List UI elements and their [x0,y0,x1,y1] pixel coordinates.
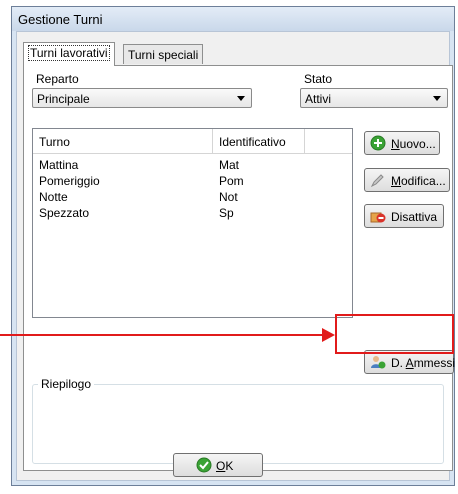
chevron-down-icon [237,96,245,101]
tab-panel: Reparto Principale Stato Attivi Turno Id… [23,65,456,471]
annotation-arrow-line [0,334,322,336]
window-client-area: Turni lavorativi Turni speciali Reparto … [16,31,456,481]
turni-list[interactable]: Turno Identificativo Mattina Mat Pomerig… [32,128,353,318]
riepilogo-label: Riepilogo [38,377,95,391]
disattiva-label: Disattiva [391,210,438,224]
chevron-down-icon [433,96,441,101]
disattiva-button[interactable]: Disattiva [364,204,444,228]
window-title: Gestione Turni [18,12,103,27]
reparto-value: Principale [37,92,90,106]
turno-cell: Notte [39,190,68,204]
identificativo-cell: Sp [219,206,234,220]
ok-label: OK [216,459,234,473]
table-row[interactable]: Pomeriggio Pom [33,174,352,189]
identificativo-cell: Not [219,190,238,204]
turno-cell: Mattina [39,158,79,172]
reparto-label: Reparto [36,72,79,86]
nuovo-label: Nuovo... [391,137,436,151]
tab-label: Turni speciali [128,48,199,62]
turno-cell: Spezzato [39,206,90,220]
add-icon [370,135,386,151]
table-row[interactable]: Mattina Mat [33,158,352,173]
annotation-arrow-icon [322,328,335,342]
stato-value: Attivi [305,92,332,106]
table-row[interactable]: Notte Not [33,190,352,205]
edit-icon [370,174,384,188]
annotation-highlight-box [335,314,454,354]
stato-label: Stato [304,72,333,86]
tab-turni-speciali[interactable]: Turni speciali [123,44,204,64]
check-icon [196,457,212,473]
ammessi-label: D. Ammessi [391,356,456,370]
tab-label: Turni lavorativi [28,45,110,61]
table-row[interactable]: Spezzato Sp [33,206,352,221]
tab-turni-lavorativi[interactable]: Turni lavorativi [23,42,115,66]
ok-button[interactable]: OK [173,453,263,477]
nuovo-button[interactable]: Nuovo... [364,131,440,155]
column-header-identificativo[interactable]: Identificativo [213,129,305,153]
title-bar[interactable]: Gestione Turni [12,7,454,31]
modifica-button[interactable]: Modifica... [364,168,450,192]
reparto-select[interactable]: Principale [32,88,252,108]
turno-cell: Pomeriggio [39,174,100,188]
users-icon [371,356,386,369]
stato-select[interactable]: Attivi [300,88,448,108]
identificativo-cell: Mat [219,158,240,172]
identificativo-cell: Pom [219,174,244,188]
modifica-label: Modifica... [391,174,446,188]
riepilogo-groupbox [32,384,444,464]
list-header: Turno Identificativo [33,129,352,154]
deactivate-icon [370,212,386,223]
column-header-turno[interactable]: Turno [33,129,213,153]
gestione-turni-window: Gestione Turni Turni lavorativi Turni sp… [11,6,455,486]
